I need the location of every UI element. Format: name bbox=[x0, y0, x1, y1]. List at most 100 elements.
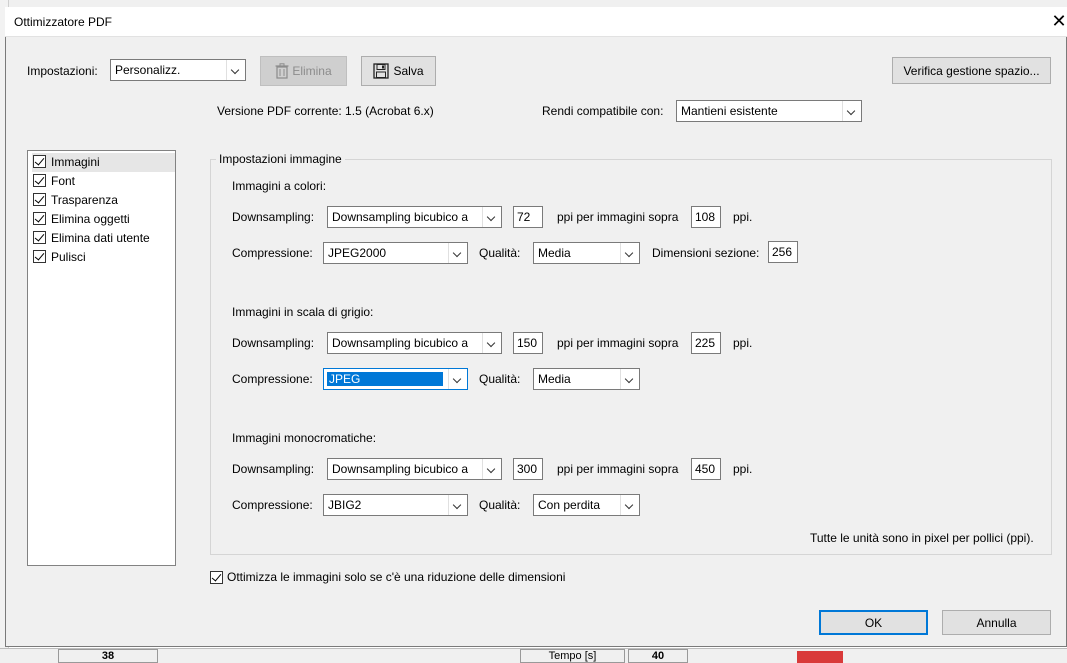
list-item-label: Font bbox=[51, 174, 76, 188]
units-note: Tutte le unità sono in pixel per pollici… bbox=[810, 531, 1034, 545]
settings-label: Impostazioni: bbox=[27, 64, 98, 78]
save-label: Salva bbox=[393, 64, 424, 78]
floppy-disk-icon bbox=[373, 63, 390, 79]
gray-ppi-unit: ppi. bbox=[733, 336, 753, 350]
ok-button[interactable]: OK bbox=[819, 610, 928, 635]
gray-downsampling-label: Downsampling: bbox=[232, 336, 315, 350]
gray-compression-value: JPEG bbox=[327, 372, 443, 386]
background-app-bottom: 38 Tempo [s] 40 bbox=[0, 648, 1067, 663]
gray-quality-dropdown[interactable]: Media bbox=[533, 368, 640, 390]
color-compression-label: Compressione: bbox=[232, 246, 313, 260]
mono-quality-dropdown[interactable]: Con perdita bbox=[533, 494, 640, 516]
chevron-down-icon bbox=[448, 243, 467, 263]
compat-label: Rendi compatibile con: bbox=[542, 104, 664, 118]
list-item-transparency[interactable]: Trasparenza bbox=[32, 191, 175, 210]
settings-value: Personalizz. bbox=[115, 63, 181, 77]
current-pdf-version: Versione PDF corrente: 1.5 (Acrobat 6.x) bbox=[217, 104, 434, 118]
image-settings-title: Impostazioni immagine bbox=[216, 152, 345, 166]
gray-quality-label: Qualità: bbox=[479, 372, 521, 386]
tile-size-input[interactable]: 256 bbox=[768, 241, 798, 263]
mono-ppi-above-label: ppi per immagini sopra bbox=[557, 462, 679, 476]
checkbox[interactable] bbox=[33, 231, 46, 244]
checkbox[interactable] bbox=[33, 193, 46, 206]
background-red-block bbox=[797, 651, 843, 663]
checkbox[interactable] bbox=[33, 212, 46, 225]
color-above-value: 108 bbox=[695, 210, 716, 224]
background-cell: Tempo [s] bbox=[520, 649, 625, 663]
save-button[interactable]: Salva bbox=[361, 56, 436, 86]
tile-size-value: 256 bbox=[772, 245, 793, 259]
mono-downsampling-label: Downsampling: bbox=[232, 462, 315, 476]
verify-space-button[interactable]: Verifica gestione spazio... bbox=[892, 57, 1051, 84]
gray-quality-value: Media bbox=[538, 372, 571, 386]
gray-downsampling-dropdown[interactable]: Downsampling bicubico a bbox=[327, 332, 502, 354]
color-quality-value: Media bbox=[538, 246, 571, 260]
chevron-down-icon bbox=[620, 369, 639, 389]
list-item-discard-user-data[interactable]: Elimina dati utente bbox=[32, 229, 175, 248]
color-above-input[interactable]: 108 bbox=[691, 206, 721, 228]
color-quality-label: Qualità: bbox=[479, 246, 521, 260]
gray-ppi-value: 150 bbox=[517, 336, 538, 350]
list-item-label: Immagini bbox=[51, 155, 100, 169]
checkbox[interactable] bbox=[33, 250, 46, 263]
gray-ppi-above-label: ppi per immagini sopra bbox=[557, 336, 679, 350]
chevron-down-icon bbox=[226, 60, 245, 80]
tile-size-label: Dimensioni sezione: bbox=[652, 246, 760, 260]
list-item-fonts[interactable]: Font bbox=[32, 172, 175, 191]
optimize-if-reduced-label: Ottimizza le immagini solo se c'è una ri… bbox=[227, 570, 566, 584]
list-item-label: Pulisci bbox=[51, 250, 86, 264]
list-item-discard-objects[interactable]: Elimina oggetti bbox=[32, 210, 175, 229]
mono-downsampling-value: Downsampling bicubico a bbox=[332, 462, 469, 476]
mono-ppi-unit: ppi. bbox=[733, 462, 753, 476]
list-item-clean-up[interactable]: Pulisci bbox=[32, 248, 175, 267]
mono-compression-value: JBIG2 bbox=[328, 498, 362, 512]
color-ppi-input[interactable]: 72 bbox=[513, 206, 543, 228]
color-downsampling-label: Downsampling: bbox=[232, 210, 315, 224]
mono-ppi-value: 300 bbox=[517, 462, 538, 476]
color-downsampling-dropdown[interactable]: Downsampling bicubico a bbox=[327, 206, 502, 228]
list-item-images[interactable]: Immagini bbox=[32, 153, 175, 172]
compat-value: Mantieni esistente bbox=[681, 104, 778, 118]
optimize-if-reduced-checkbox[interactable] bbox=[210, 571, 223, 584]
gray-above-value: 225 bbox=[695, 336, 716, 350]
gray-compression-label: Compressione: bbox=[232, 372, 313, 386]
mono-above-input[interactable]: 450 bbox=[691, 458, 721, 480]
mono-quality-value: Con perdita bbox=[538, 498, 601, 512]
settings-dropdown[interactable]: Personalizz. bbox=[110, 59, 246, 81]
panel-list: Immagini Font Trasparenza Elimina oggett… bbox=[27, 150, 176, 566]
color-downsampling-value: Downsampling bicubico a bbox=[332, 210, 469, 224]
trash-icon bbox=[275, 63, 289, 79]
chevron-down-icon bbox=[842, 101, 861, 121]
gray-above-input[interactable]: 225 bbox=[691, 332, 721, 354]
gray-compression-dropdown[interactable]: JPEG bbox=[323, 368, 468, 390]
chevron-down-icon bbox=[448, 495, 467, 515]
mono-downsampling-dropdown[interactable]: Downsampling bicubico a bbox=[327, 458, 502, 480]
close-icon[interactable]: ✕ bbox=[1049, 11, 1067, 31]
mono-compression-dropdown[interactable]: JBIG2 bbox=[323, 494, 468, 516]
mono-ppi-input[interactable]: 300 bbox=[513, 458, 543, 480]
chevron-down-icon bbox=[620, 495, 639, 515]
list-item-label: Elimina dati utente bbox=[51, 231, 150, 245]
color-ppi-above-label: ppi per immagini sopra bbox=[557, 210, 679, 224]
window-title: Ottimizzatore PDF bbox=[14, 15, 113, 29]
gray-ppi-input[interactable]: 150 bbox=[513, 332, 543, 354]
color-quality-dropdown[interactable]: Media bbox=[533, 242, 640, 264]
chevron-down-icon bbox=[620, 243, 639, 263]
compat-dropdown[interactable]: Mantieni esistente bbox=[676, 100, 862, 122]
delete-button[interactable]: Elimina bbox=[260, 56, 347, 86]
color-compression-dropdown[interactable]: JPEG2000 bbox=[323, 242, 468, 264]
list-item-label: Elimina oggetti bbox=[51, 212, 130, 226]
cancel-button[interactable]: Annulla bbox=[942, 610, 1051, 635]
mono-images-heading: Immagini monocromatiche: bbox=[232, 431, 377, 445]
background-cell: 40 bbox=[628, 649, 688, 663]
checkbox[interactable] bbox=[33, 155, 46, 168]
list-item-label: Trasparenza bbox=[51, 193, 118, 207]
color-images-heading: Immagini a colori: bbox=[232, 179, 327, 193]
background-cell: 38 bbox=[58, 649, 158, 663]
chevron-down-icon bbox=[482, 207, 501, 227]
chevron-down-icon bbox=[448, 369, 467, 389]
gray-images-heading: Immagini in scala di grigio: bbox=[232, 305, 374, 319]
delete-label: Elimina bbox=[292, 64, 332, 78]
color-ppi-value: 72 bbox=[517, 210, 531, 224]
checkbox[interactable] bbox=[33, 174, 46, 187]
